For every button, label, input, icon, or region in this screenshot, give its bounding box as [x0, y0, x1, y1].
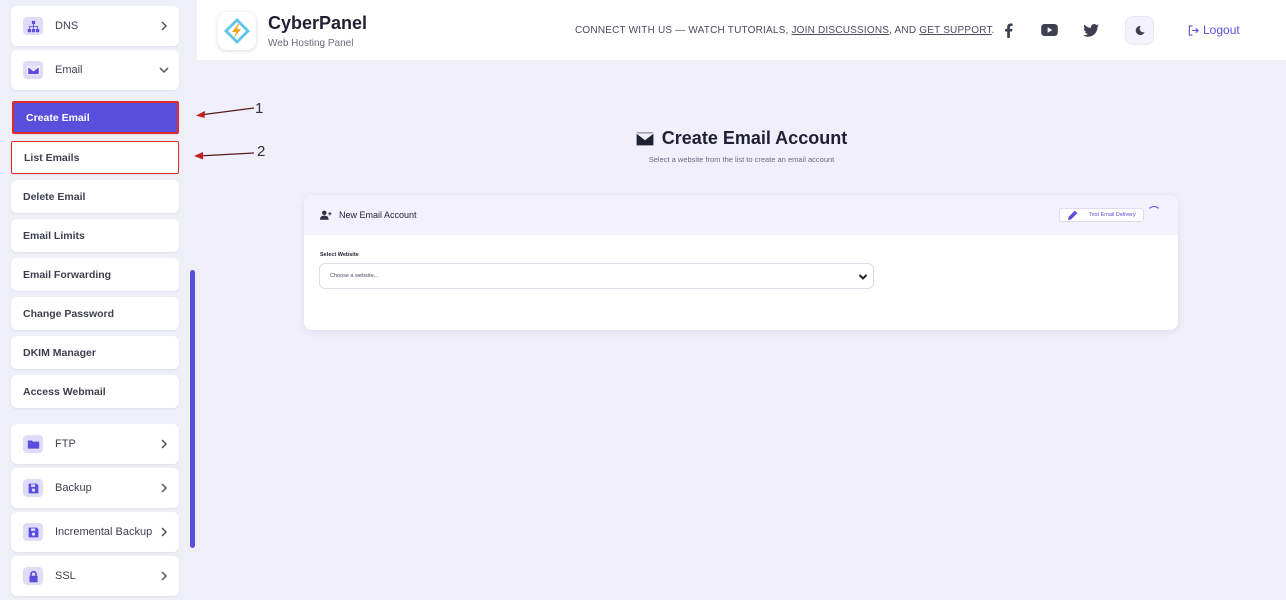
card-header: New Email Account Test Email Delivery [304, 195, 1178, 235]
get-support-link[interactable]: GET SUPPORT [919, 25, 991, 36]
chevron-right-icon [159, 483, 169, 493]
dark-mode-toggle[interactable] [1125, 16, 1154, 45]
brand-title: CyberPanel [268, 13, 368, 33]
sidebar-subitem-access-webmail[interactable]: Access Webmail [11, 375, 179, 408]
sidebar-item-label: SSL [55, 570, 76, 582]
sidebar-subitem-change-password[interactable]: Change Password [11, 297, 179, 330]
sidebar-subitem-label: Email Forwarding [23, 268, 112, 281]
user-plus-icon [320, 210, 332, 220]
test-email-label: Test Email Delivery [1089, 212, 1136, 218]
sidebar-subitem-label: Create Email [26, 111, 90, 124]
sidebar-subitem-dkim-manager[interactable]: DKIM Manager [11, 336, 179, 369]
save-icon [23, 523, 43, 541]
sidebar-subitem-label: Access Webmail [23, 385, 106, 398]
top-header: CyberPanel Web Hosting Panel CONNECT WIT… [197, 0, 1286, 60]
sidebar-subitem-label: Email Limits [23, 229, 85, 242]
logout-label: Logout [1203, 23, 1240, 37]
page-title: Create Email Account [0, 128, 1286, 151]
sidebar-item-label: Email [55, 64, 83, 76]
sidebar-item-ssl[interactable]: SSL [11, 556, 179, 596]
sidebar-scrollbar[interactable] [190, 270, 195, 548]
chevron-down-icon [858, 272, 868, 282]
loading-spinner [1147, 206, 1161, 220]
join-discussions-link[interactable]: JOIN DISCUSSIONS [791, 25, 889, 36]
sidebar-subitem-label: DKIM Manager [23, 346, 96, 359]
sidebar-subitem-delete-email[interactable]: Delete Email [11, 180, 179, 213]
sign-out-icon [1188, 24, 1199, 36]
cyberpanel-logo[interactable] [218, 12, 256, 50]
sidebar-item-label: DNS [55, 20, 79, 32]
test-email-delivery-button[interactable]: Test Email Delivery [1059, 208, 1144, 222]
sidebar-item-ftp[interactable]: FTP [11, 424, 179, 464]
new-email-card: New Email Account Test Email Delivery Se… [304, 195, 1178, 330]
sidebar-subitem-label: Delete Email [23, 190, 86, 203]
page-title-text: Create Email Account [661, 128, 848, 148]
connect-mid: , AND [889, 25, 920, 36]
save-icon [23, 479, 43, 497]
sidebar-item-dns[interactable]: DNS [11, 6, 179, 46]
connect-prefix: CONNECT WITH US — WATCH TUTORIALS, [575, 25, 792, 36]
card-title: New Email Account [339, 210, 417, 220]
annotation-number-1: 1 [255, 100, 264, 117]
lock-icon [23, 567, 43, 585]
logout-button[interactable]: Logout [1188, 23, 1240, 37]
select-website-label: Select Website [320, 252, 359, 258]
envelope-icon [635, 131, 654, 146]
folder-icon [23, 435, 43, 453]
connect-text: CONNECT WITH US — WATCH TUTORIALS, JOIN … [575, 25, 995, 36]
chevron-down-icon [159, 65, 169, 75]
sidebar-item-backup[interactable]: Backup [11, 468, 179, 508]
connect-suffix: . [991, 25, 995, 36]
sidebar-item-label: Backup [55, 482, 92, 494]
sidebar-item-incremental-backup[interactable]: Incremental Backup [11, 512, 179, 552]
pencil-icon [1068, 210, 1078, 220]
sidebar-item-label: Incremental Backup [55, 526, 153, 538]
sidebar-subitem-label: Change Password [23, 307, 115, 320]
sidebar-subitem-email-limits[interactable]: Email Limits [11, 219, 179, 252]
sidebar: DNS Email Create Email List Emails Delet… [0, 0, 197, 600]
chevron-right-icon [159, 571, 169, 581]
website-select[interactable]: Choose a website... [319, 263, 874, 289]
annotation-arrow-1 [196, 106, 256, 125]
brand-subtitle: Web Hosting Panel [268, 38, 354, 49]
moon-icon [1135, 25, 1145, 36]
youtube-icon[interactable] [1039, 20, 1059, 40]
chevron-right-icon [159, 527, 169, 537]
facebook-icon[interactable] [998, 20, 1018, 40]
chevron-right-icon [159, 21, 169, 31]
page-subtitle: Select a website from the list to create… [648, 155, 835, 164]
chevron-right-icon [159, 439, 169, 449]
sidebar-item-email[interactable]: Email [11, 50, 179, 90]
sidebar-item-label: FTP [55, 438, 76, 450]
sidebar-subitem-email-forwarding[interactable]: Email Forwarding [11, 258, 179, 291]
envelope-icon [23, 61, 43, 79]
twitter-icon[interactable] [1081, 20, 1101, 40]
website-select-value: Choose a website... [330, 273, 379, 279]
sitemap-icon [23, 17, 43, 35]
sidebar-subitem-label: List Emails [24, 151, 80, 164]
